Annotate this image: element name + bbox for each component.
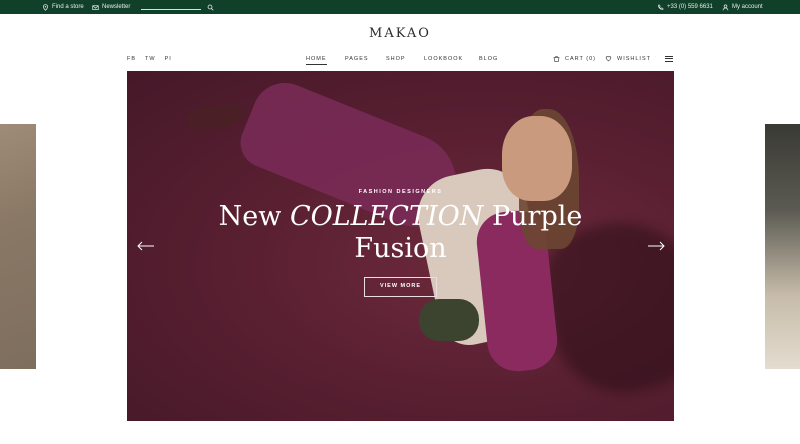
- nav-item-pages[interactable]: PAGES: [345, 56, 369, 62]
- wishlist-link[interactable]: WISHLIST: [617, 56, 651, 62]
- slider-prev-button[interactable]: [137, 241, 155, 251]
- find-store-link[interactable]: Find a store: [42, 0, 84, 14]
- hero-photo-model-shoe: [183, 100, 247, 134]
- heart-icon: [605, 55, 612, 62]
- social-link-pi[interactable]: PI: [165, 56, 172, 62]
- my-account-link[interactable]: My account: [722, 0, 763, 14]
- phone-number[interactable]: +33 (0) 559 6631: [657, 0, 713, 14]
- newsletter-link[interactable]: Newsletter: [92, 0, 130, 14]
- mail-icon: [92, 4, 99, 11]
- my-account-label: My account: [732, 4, 763, 10]
- find-store-label: Find a store: [52, 4, 84, 10]
- hero-photo-model-bag: [419, 299, 479, 341]
- search-button[interactable]: [207, 0, 214, 14]
- slider-next-image[interactable]: [765, 124, 800, 369]
- nav-item-blog[interactable]: BLOG: [479, 56, 498, 62]
- bag-icon: [553, 55, 560, 62]
- hero-headline: New COLLECTION Purple Fusion: [127, 201, 674, 265]
- arrow-right-icon: [648, 241, 665, 251]
- cart-link[interactable]: CART (0): [565, 56, 596, 62]
- phone-icon: [657, 4, 664, 11]
- top-bar: Find a store Newsletter +33 (0) 559 6631…: [0, 0, 800, 14]
- header-actions: CART (0) WISHLIST: [553, 55, 673, 62]
- slider-next-button[interactable]: [647, 241, 665, 251]
- hero-headline-italic: COLLECTION: [289, 201, 484, 232]
- hero-headline-part2: Purple: [483, 201, 583, 232]
- hero-slide: FASHION DESIGNERS New COLLECTION Purple …: [127, 71, 674, 421]
- view-more-button[interactable]: VIEW MORE: [364, 277, 437, 297]
- newsletter-label: Newsletter: [102, 4, 131, 10]
- social-links: FB TW PI: [127, 56, 172, 62]
- nav-item-lookbook[interactable]: LOOKBOOK: [424, 56, 463, 62]
- slider-prev-image[interactable]: [0, 124, 36, 369]
- phone-label: +33 (0) 559 6631: [667, 4, 713, 10]
- hamburger-menu-icon[interactable]: [665, 55, 673, 62]
- nav-item-home[interactable]: HOME: [306, 56, 327, 65]
- site-logo[interactable]: MAKAO: [0, 26, 800, 41]
- user-icon: [722, 4, 729, 11]
- social-link-fb[interactable]: FB: [127, 56, 136, 62]
- search-icon: [207, 4, 214, 11]
- hero-headline-line2: Fusion: [354, 233, 447, 264]
- hero-eyebrow: FASHION DESIGNERS: [358, 189, 443, 195]
- nav-item-shop[interactable]: SHOP: [386, 56, 406, 62]
- arrow-left-icon: [137, 241, 154, 251]
- social-link-tw[interactable]: TW: [145, 56, 156, 62]
- search-input[interactable]: [141, 9, 201, 10]
- hero-headline-part1: New: [218, 201, 290, 232]
- location-pin-icon: [42, 3, 49, 11]
